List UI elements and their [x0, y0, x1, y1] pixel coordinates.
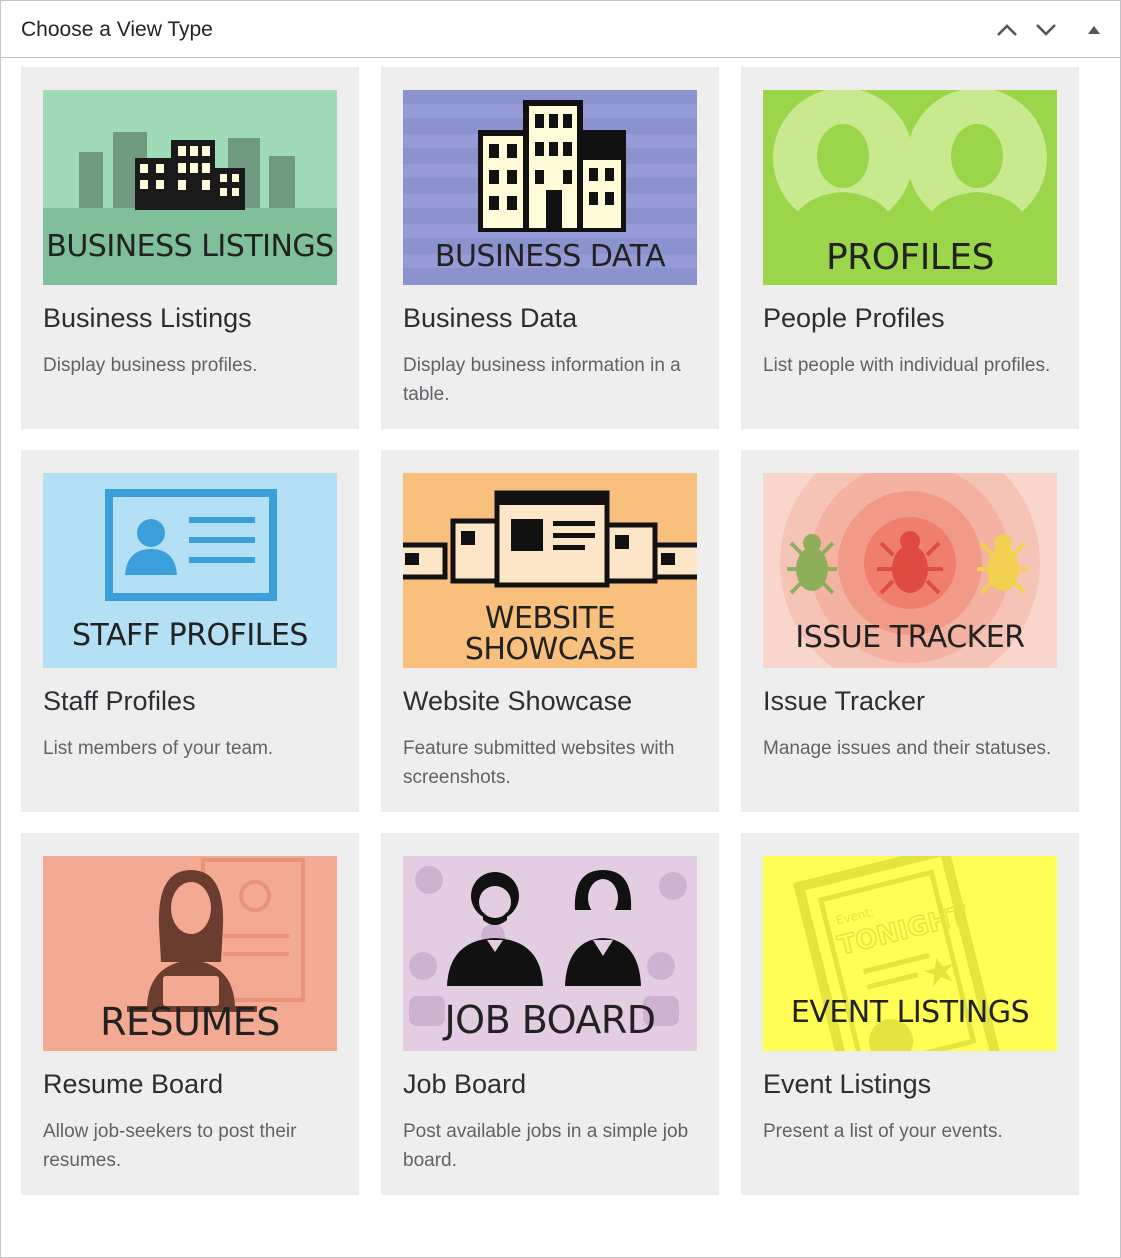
card-description: Manage issues and their statuses. — [763, 738, 1052, 759]
card-description: Display business profiles. — [43, 355, 258, 376]
thumbnail-label: STAFF PROFILES — [72, 618, 308, 653]
card-title: People Profiles — [763, 303, 945, 333]
view-type-card-website-showcase[interactable]: WEBSITE SHOWCASE Website Showcase Featur… — [381, 450, 719, 812]
view-type-card-issue-tracker[interactable]: ISSUE TRACKER Issue Tracker Manage issue… — [741, 450, 1079, 812]
card-description: List members of your team. — [43, 738, 274, 759]
view-type-card-business-listings[interactable]: BUSINESS LISTINGS Business Listings Disp… — [21, 67, 359, 429]
panel-title: Choose a View Type — [21, 18, 213, 41]
view-type-card-resume-board[interactable]: RESUMES Resume Board Allow job-seekers t… — [21, 833, 359, 1195]
card-title: Business Data — [403, 303, 578, 333]
move-down-button[interactable] — [1031, 15, 1061, 45]
thumbnail-website-showcase: WEBSITE SHOWCASE — [403, 473, 697, 668]
thumbnail-label: JOB BOARD — [444, 998, 656, 1042]
card-title: Business Listings — [43, 303, 252, 333]
move-up-icon — [997, 24, 1017, 36]
thumbnail-label: EVENT LISTINGS — [790, 995, 1030, 1030]
card-description: Feature submitted websites with screensh… — [403, 738, 675, 788]
card-description: List people with individual profiles. — [763, 355, 1051, 376]
panel-header: Choose a View Type — [1, 1, 1120, 58]
collapse-toggle-button[interactable] — [1079, 15, 1109, 45]
thumbnail-label: BUSINESS DATA — [434, 239, 666, 274]
thumbnail-label: BUSINESS LISTINGS — [46, 229, 334, 264]
thumbnail-staff-profiles: STAFF PROFILES — [43, 473, 337, 668]
card-description: Post available jobs in a simple job boar… — [403, 1121, 689, 1171]
thumbnail-label-line1: WEBSITE — [484, 601, 616, 636]
view-type-panel: Choose a View Type BUSINESS LISTINGS Bus… — [0, 0, 1121, 1258]
card-title: Issue Tracker — [763, 686, 926, 716]
card-title: Resume Board — [43, 1069, 224, 1099]
card-description: Display business information in a table. — [403, 355, 681, 405]
card-title: Job Board — [403, 1069, 527, 1099]
view-type-card-staff-profiles[interactable]: STAFF PROFILES Staff Profiles List membe… — [21, 450, 359, 812]
card-title: Event Listings — [763, 1069, 932, 1099]
thumbnail-issue-tracker: ISSUE TRACKER — [763, 473, 1057, 668]
thumbnail-people-profiles: PROFILES — [763, 90, 1057, 285]
thumbnail-resume-board: RESUMES — [43, 856, 337, 1051]
thumbnail-business-data: BUSINESS DATA — [403, 90, 697, 285]
view-type-card-business-data[interactable]: BUSINESS DATA Business Data Display busi… — [381, 67, 719, 429]
card-description: Present a list of your events. — [763, 1121, 1003, 1142]
view-type-card-people-profiles[interactable]: PROFILES People Profiles List people wit… — [741, 67, 1079, 429]
thumbnail-event-listings: Event: TONIGHT EVENT LISTINGS — [763, 856, 1057, 1051]
collapse-toggle-icon — [1088, 26, 1100, 34]
thumbnail-label: WEBSITE SHOWCASE — [403, 603, 697, 665]
card-title: Website Showcase — [403, 686, 633, 716]
thumbnail-label: ISSUE TRACKER — [795, 620, 1025, 655]
thumbnail-label: RESUMES — [100, 1000, 280, 1044]
card-title: Staff Profiles — [43, 686, 196, 716]
view-type-card-event-listings[interactable]: Event: TONIGHT EVENT LISTINGS Event List… — [741, 833, 1079, 1195]
thumbnail-label-line2: SHOWCASE — [464, 632, 636, 667]
move-down-icon — [1036, 24, 1056, 36]
thumbnail-business-listings: BUSINESS LISTINGS — [43, 90, 337, 285]
view-type-card-job-board[interactable]: JOB BOARD Job Board Post available jobs … — [381, 833, 719, 1195]
thumbnail-label: PROFILES — [825, 237, 995, 278]
card-description: Allow job-seekers to post their resumes. — [43, 1121, 297, 1171]
move-up-button[interactable] — [992, 15, 1022, 45]
thumbnail-job-board: JOB BOARD — [403, 856, 697, 1051]
